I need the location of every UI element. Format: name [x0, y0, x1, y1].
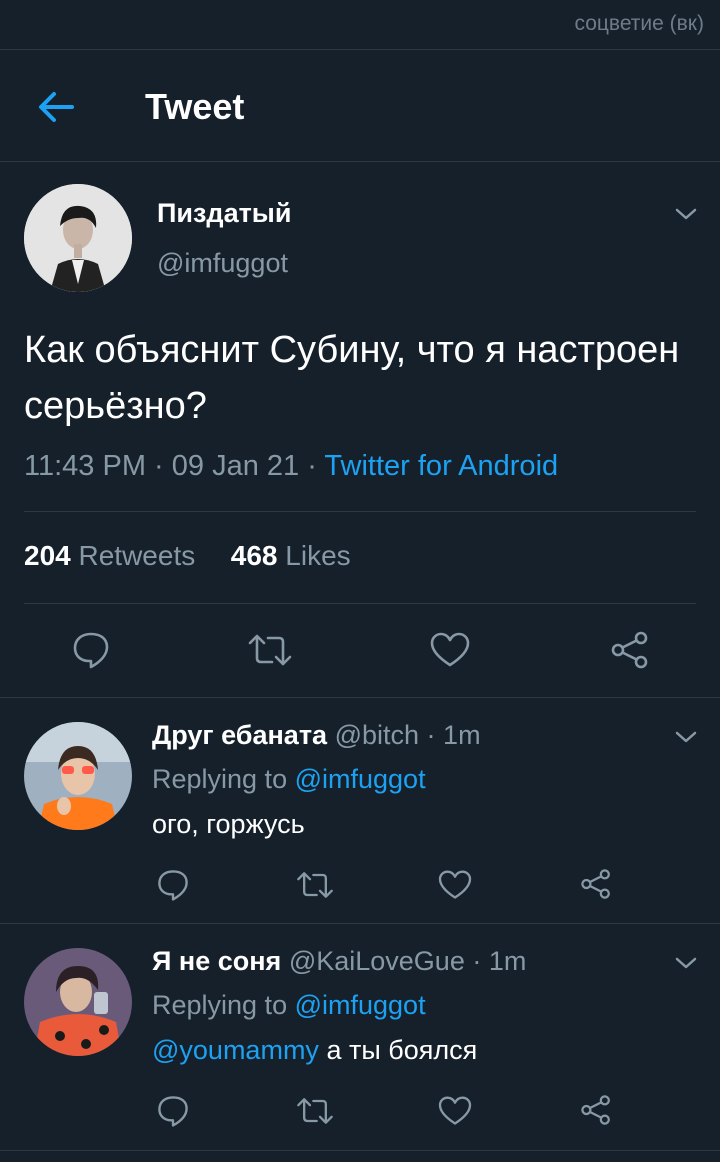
divider	[24, 511, 696, 512]
author-name[interactable]: Пиздатый	[157, 198, 291, 229]
chevron-down-icon[interactable]	[674, 956, 698, 970]
meta-separator: ·	[426, 720, 444, 750]
reply-author-name[interactable]: Друг ебаната	[152, 720, 327, 750]
retweet-icon[interactable]	[296, 870, 334, 900]
replying-to-label: Replying to	[152, 764, 288, 794]
reply-text-container: @youmammy а ты боялся	[152, 1035, 477, 1066]
header: Tweet	[0, 50, 720, 162]
reply-icon[interactable]	[156, 868, 190, 902]
reply-header: Я не соня @KaiLoveGue · 1m	[152, 946, 526, 977]
watermark: соцветие (вк)	[574, 12, 704, 35]
back-arrow-icon	[39, 92, 74, 122]
reply-text: а ты боялся	[326, 1035, 478, 1065]
tweet-actions	[0, 628, 720, 672]
meta-separator: ·	[307, 450, 325, 482]
retweet-icon[interactable]	[296, 1096, 334, 1126]
reply-author-handle[interactable]: @bitch	[335, 720, 419, 750]
mention-link[interactable]: @youmammy	[152, 1035, 319, 1065]
tweet-meta: 11:43 PM · 09 Jan 21 · Twitter for Andro…	[24, 450, 558, 483]
retweet-icon[interactable]	[248, 632, 292, 668]
reply-time: 1m	[488, 946, 527, 976]
tweet-source-link[interactable]: Twitter for Android	[324, 450, 558, 482]
divider	[0, 697, 720, 698]
retweets-stat[interactable]: 204 Retweets	[24, 540, 195, 571]
replying-to: Replying to @imfuggot	[152, 990, 426, 1021]
replying-to: Replying to @imfuggot	[152, 764, 426, 795]
avatar[interactable]	[24, 184, 132, 292]
likes-count: 468	[230, 540, 278, 571]
meta-separator: ·	[154, 450, 172, 482]
reply-author-handle[interactable]: @KaiLoveGue	[289, 946, 465, 976]
avatar[interactable]	[24, 948, 132, 1056]
share-icon[interactable]	[580, 868, 612, 900]
tweet-date: 09 Jan 21	[171, 450, 300, 482]
avatar[interactable]	[24, 722, 132, 830]
tweet-time: 11:43 PM	[24, 450, 146, 482]
chevron-down-icon[interactable]	[674, 207, 698, 221]
replying-to-link[interactable]: @imfuggot	[295, 990, 426, 1020]
like-icon[interactable]	[438, 1096, 472, 1126]
replying-to-link[interactable]: @imfuggot	[295, 764, 426, 794]
divider	[0, 1150, 720, 1151]
reply-icon[interactable]	[156, 1094, 190, 1128]
reply-author-name[interactable]: Я не соня	[152, 946, 281, 976]
like-icon[interactable]	[430, 632, 470, 668]
likes-label: Likes	[285, 540, 351, 571]
tweet-text: Как объяснит Субину, что я настроен серь…	[24, 329, 680, 427]
share-icon[interactable]	[580, 1094, 612, 1126]
retweets-label: Retweets	[78, 540, 196, 571]
share-icon[interactable]	[610, 630, 650, 670]
reply-icon[interactable]	[72, 630, 110, 670]
tweet-stats: 204 Retweets 468 Likes	[24, 540, 351, 572]
author-handle[interactable]: @imfuggot	[157, 248, 288, 279]
like-icon[interactable]	[438, 870, 472, 900]
retweets-count: 204	[24, 540, 71, 571]
reply-time: 1m	[443, 720, 481, 750]
page-title: Tweet	[145, 86, 245, 127]
likes-stat[interactable]: 468 Likes	[231, 540, 351, 571]
back-button[interactable]	[34, 88, 78, 126]
divider	[0, 923, 720, 924]
chevron-down-icon[interactable]	[674, 730, 698, 744]
reply-text: ого, горжусь	[152, 809, 305, 839]
replying-to-label: Replying to	[152, 990, 288, 1020]
reply-header: Друг ебаната @bitch · 1m	[152, 720, 481, 751]
meta-separator: ·	[472, 946, 489, 976]
divider	[24, 603, 696, 604]
